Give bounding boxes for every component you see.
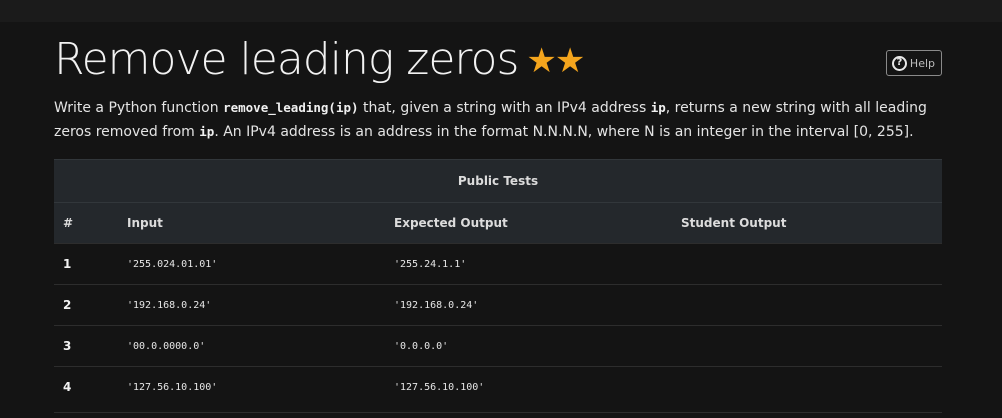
column-header-input: Input [127, 202, 394, 244]
expected-output: '192.168.0.24' [394, 284, 681, 326]
table-bottom-divider [54, 412, 942, 413]
table-row: 4 '127.56.10.100' '127.56.10.100' [54, 366, 942, 407]
description-text: that, given a string with an IPv4 addres… [358, 100, 651, 116]
top-navbar [0, 0, 1002, 22]
title-row: Remove leading zeros ★★ ? Help [54, 22, 942, 96]
expected-output: '255.24.1.1' [394, 243, 681, 285]
argument-name: ip [650, 100, 666, 115]
row-number: 2 [54, 284, 127, 326]
column-header-number: # [54, 202, 127, 244]
public-tests-table: Public Tests # Input Expected Output Stu… [54, 159, 942, 407]
exercise-description: Write a Python function remove_leading(i… [54, 96, 942, 144]
table-header-row: # Input Expected Output Student Output [54, 202, 942, 244]
row-number: 3 [54, 325, 127, 367]
expected-output: '127.56.10.100' [394, 366, 681, 407]
expected-output: '0.0.0.0' [394, 325, 681, 367]
table-row: 1 '255.024.01.01' '255.24.1.1' [54, 243, 942, 285]
description-text: Write a Python function [54, 100, 224, 116]
student-output [681, 366, 942, 407]
help-button-label: Help [909, 56, 935, 70]
help-button[interactable]: ? Help [885, 50, 942, 76]
student-output [681, 243, 942, 285]
table-row: 2 '192.168.0.24' '192.168.0.24' [54, 284, 942, 326]
description-text: . An IPv4 address is an address in the f… [214, 124, 914, 140]
exercise-content: Remove leading zeros ★★ ? Help Write a Py… [54, 22, 942, 144]
row-number: 4 [54, 366, 127, 407]
table-caption-row: Public Tests [54, 159, 942, 203]
student-output [681, 325, 942, 367]
argument-name: ip [199, 124, 215, 139]
table-row: 3 '00.0.0000.0' '0.0.0.0' [54, 325, 942, 367]
table-caption: Public Tests [54, 159, 942, 203]
test-input: '192.168.0.24' [127, 284, 394, 326]
test-input: '255.024.01.01' [127, 243, 394, 285]
student-output [681, 284, 942, 326]
test-input: '00.0.0000.0' [127, 325, 394, 367]
column-header-expected-output: Expected Output [394, 202, 681, 244]
difficulty-stars-icon: ★★ [526, 41, 585, 81]
function-signature: remove_leading(ip) [223, 100, 359, 115]
row-number: 1 [54, 243, 127, 285]
test-input: '127.56.10.100' [127, 366, 394, 407]
page-title-text: Remove leading zeros [54, 34, 519, 85]
column-header-student-output: Student Output [681, 202, 942, 244]
page-title: Remove leading zeros ★★ [54, 34, 585, 87]
help-circle-icon: ? [891, 55, 907, 71]
